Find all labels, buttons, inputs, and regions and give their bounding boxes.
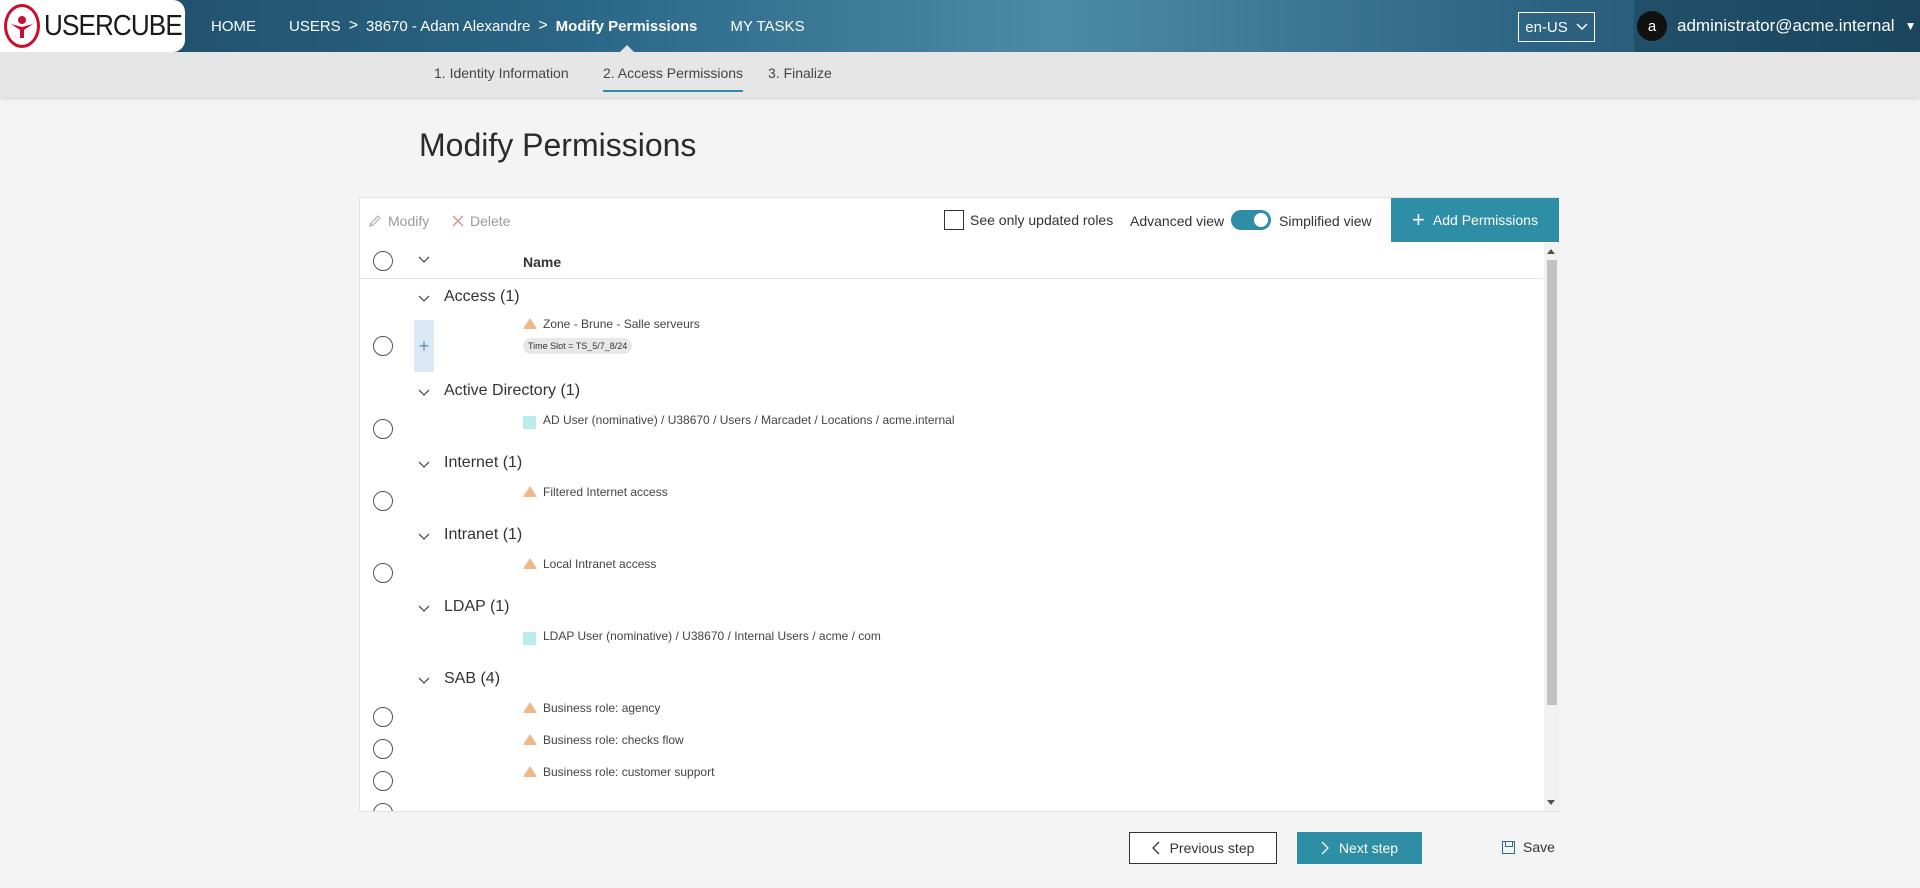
table-header: Name: [360, 243, 1543, 279]
previous-step-button[interactable]: Previous step: [1129, 832, 1277, 864]
permissions-toolbar: Modify Delete See only updated roles Adv…: [360, 198, 1560, 243]
permissions-panel: Modify Delete See only updated roles Adv…: [359, 197, 1559, 812]
delete-label: Delete: [470, 213, 511, 229]
warning-triangle-icon: [523, 702, 537, 713]
modify-button[interactable]: Modify: [368, 213, 429, 229]
delete-button[interactable]: Delete: [452, 213, 510, 229]
row-select-radio[interactable]: [373, 707, 393, 727]
language-select[interactable]: en-US: [1518, 12, 1595, 42]
group-title-active-directory[interactable]: Active Directory (1): [444, 382, 580, 400]
group-chevron-icon[interactable]: [418, 674, 430, 688]
group-title-internet[interactable]: Internet (1): [444, 454, 522, 472]
group-title-sab[interactable]: SAB (4): [444, 670, 500, 688]
scroll-up-arrow-icon[interactable]: [1547, 249, 1555, 254]
nav-user-link[interactable]: 38670 - Adam Alexandre: [366, 18, 530, 35]
collapse-all-chevron-icon[interactable]: [418, 253, 430, 267]
list-item[interactable]: Zone - Brune - Salle serveurs: [543, 317, 700, 331]
row-select-radio[interactable]: [373, 803, 393, 811]
save-label: Save: [1523, 839, 1555, 855]
top-navigation-bar: USERCUBE HOME USERS > 38670 - Adam Alexa…: [0, 0, 1920, 53]
next-step-label: Next step: [1338, 840, 1399, 856]
brand-logo[interactable]: USERCUBE: [0, 0, 185, 52]
breadcrumb-separator-icon: >: [538, 17, 548, 34]
group-chevron-icon[interactable]: [418, 530, 430, 544]
plus-icon: +: [1412, 207, 1425, 232]
time-slot-tag: Time Slot = TS_5/7_8/24: [523, 338, 633, 354]
group-chevron-icon[interactable]: [418, 292, 430, 306]
pencil-icon: [369, 215, 381, 227]
group-title-ldap[interactable]: LDAP (1): [444, 598, 510, 616]
chevron-left-icon: [1151, 841, 1160, 855]
language-value: en-US: [1525, 18, 1568, 36]
row-select-radio[interactable]: [373, 771, 393, 791]
group-chevron-icon[interactable]: [418, 602, 430, 616]
page-title: Modify Permissions: [419, 127, 697, 163]
breadcrumb: HOME USERS > 38670 - Adam Alexandre > Mo…: [211, 0, 805, 53]
breadcrumb-separator-icon: >: [348, 17, 359, 34]
chevron-down-icon: [1576, 23, 1588, 31]
warning-triangle-icon: [523, 558, 537, 569]
nav-users-link[interactable]: USERS: [289, 18, 341, 35]
name-column-header[interactable]: Name: [523, 254, 561, 270]
list-scrollbar[interactable]: [1544, 243, 1559, 811]
permissions-list: Access (1) + Zone - Brune - Salle serveu…: [360, 279, 1543, 811]
group-chevron-icon[interactable]: [418, 458, 430, 472]
select-all-radio[interactable]: [373, 251, 393, 271]
next-step-button[interactable]: Next step: [1297, 832, 1422, 864]
toggle-knob: [1254, 213, 1268, 227]
nav-my-tasks-link[interactable]: MY TASKS: [730, 18, 804, 35]
caret-down-icon: ▼: [1904, 19, 1917, 33]
add-permissions-label: Add Permissions: [1432, 212, 1538, 228]
list-item[interactable]: Business role: checks flow: [543, 733, 684, 747]
group-chevron-icon[interactable]: [418, 386, 430, 400]
view-toggle[interactable]: [1231, 210, 1271, 230]
updated-roles-filter[interactable]: See only updated roles: [944, 210, 1113, 230]
simplified-view-label: Simplified view: [1279, 213, 1372, 229]
warning-triangle-icon: [523, 766, 537, 777]
warning-triangle-icon: [523, 734, 537, 745]
previous-step-label: Previous step: [1169, 840, 1255, 856]
warning-triangle-icon: [523, 318, 537, 329]
advanced-view-label: Advanced view: [1130, 213, 1225, 229]
wizard-steps: 1. Identity Information 2. Access Permis…: [0, 52, 1920, 97]
scroll-thumb[interactable]: [1547, 260, 1557, 705]
nav-current-page: Modify Permissions: [555, 17, 698, 53]
save-button[interactable]: Save: [1502, 839, 1555, 855]
expand-row-plus-icon[interactable]: +: [414, 320, 434, 372]
close-icon: [452, 215, 464, 227]
user-email: administrator@acme.internal: [1677, 16, 1895, 35]
row-select-radio[interactable]: [373, 419, 393, 439]
list-item[interactable]: AD User (nominative) / U38670 / Users / …: [543, 413, 955, 427]
group-title-access[interactable]: Access (1): [444, 288, 520, 306]
step-access-permissions[interactable]: 2. Access Permissions: [603, 65, 744, 92]
resource-square-icon: [523, 416, 536, 429]
brand-name: USERCUBE: [44, 9, 183, 42]
updated-roles-label: See only updated roles: [970, 212, 1114, 228]
group-title-intranet[interactable]: Intranet (1): [444, 526, 522, 544]
list-item[interactable]: Filtered Internet access: [543, 485, 668, 499]
list-item[interactable]: Local Intranet access: [543, 557, 656, 571]
step-identity-information[interactable]: 1. Identity Information: [434, 65, 569, 81]
row-select-radio[interactable]: [373, 491, 393, 511]
step-finalize[interactable]: 3. Finalize: [768, 65, 832, 81]
brand-mark-icon: [4, 4, 40, 48]
updated-roles-checkbox[interactable]: [944, 210, 964, 230]
chevron-right-icon: [1321, 841, 1329, 855]
save-disk-icon: [1502, 840, 1515, 854]
add-permissions-button[interactable]: + Add Permissions: [1391, 198, 1559, 242]
row-select-radio[interactable]: [373, 739, 393, 759]
user-menu[interactable]: a administrator@acme.internal ▼: [1634, 0, 1920, 52]
nav-home-link[interactable]: HOME: [211, 18, 256, 35]
list-item[interactable]: LDAP User (nominative) / U38670 / Intern…: [543, 629, 881, 643]
resource-square-icon: [523, 632, 536, 645]
scroll-down-arrow-icon[interactable]: [1547, 800, 1555, 805]
list-item[interactable]: Business role: customer support: [543, 765, 714, 779]
warning-triangle-icon: [523, 486, 537, 497]
row-select-radio[interactable]: [373, 563, 393, 583]
avatar: a: [1637, 11, 1667, 41]
modify-label: Modify: [388, 213, 430, 229]
row-select-radio[interactable]: [373, 336, 393, 356]
list-item[interactable]: Business role: agency: [543, 701, 660, 715]
